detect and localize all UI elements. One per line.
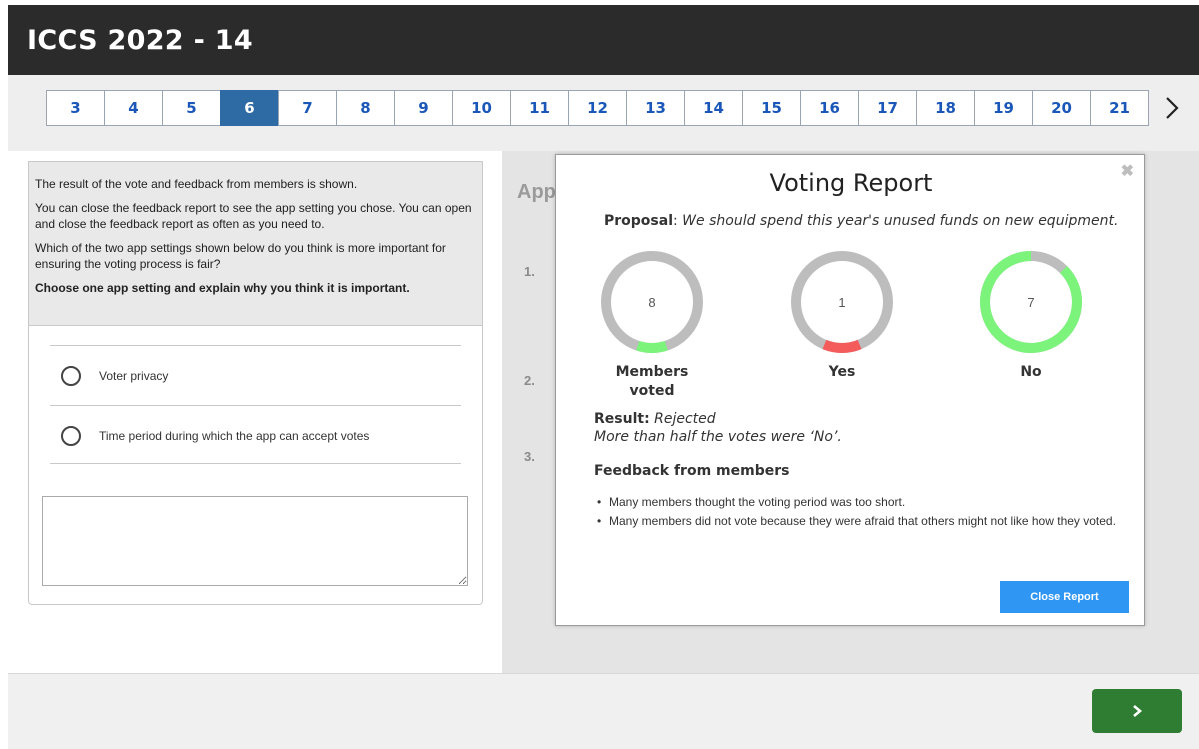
label-line: Members <box>615 364 689 380</box>
members-voted-label: Members voted <box>602 363 702 401</box>
page-button-5[interactable]: 5 <box>162 90 221 126</box>
page-button-15[interactable]: 15 <box>742 90 801 126</box>
donut-arc <box>636 340 668 353</box>
donut-value: 8 <box>648 295 655 310</box>
modal-title: Voting Report <box>769 169 933 197</box>
feedback-list: Many members thought the voting period w… <box>594 495 1134 533</box>
feedback-item: Many members thought the voting period w… <box>594 495 1134 510</box>
divider <box>50 463 461 464</box>
page-button-17[interactable]: 17 <box>858 90 917 126</box>
instruction-text: The result of the vote and feedback from… <box>35 177 358 191</box>
yes-donut: 1 <box>791 251 893 353</box>
result-label: Result: <box>594 411 650 427</box>
option-time-period[interactable]: Time period during which the app can acc… <box>50 405 461 465</box>
page-button-18[interactable]: 18 <box>916 90 975 126</box>
instruction-text: You can close the feedback report to see… <box>35 201 472 231</box>
close-report-button[interactable]: Close Report <box>1000 581 1129 613</box>
page-button-6[interactable]: 6 <box>220 90 279 126</box>
page-button-9[interactable]: 9 <box>394 90 453 126</box>
page-button-7[interactable]: 7 <box>278 90 337 126</box>
donut-arc <box>822 339 862 353</box>
radio-button[interactable] <box>61 365 81 386</box>
page-button-8[interactable]: 8 <box>336 90 395 126</box>
question-pane: The result of the vote and feedback from… <box>8 151 502 673</box>
header-bar: ICCS 2022 - 14 <box>8 5 1199 75</box>
list-number: 3. <box>524 449 535 464</box>
page-button-14[interactable]: 14 <box>684 90 743 126</box>
instruction-text: Which of the two app settings shown belo… <box>35 241 446 271</box>
instructions-panel: The result of the vote and feedback from… <box>28 161 483 325</box>
page-button-13[interactable]: 13 <box>626 90 685 126</box>
option-label: Time period during which the app can acc… <box>99 428 370 443</box>
page-title: ICCS 2022 - 14 <box>27 25 253 56</box>
voting-report-modal: ✖ Voting Report Proposal: We should spen… <box>555 154 1145 626</box>
no-label: No <box>1020 364 1042 380</box>
chevron-right-icon <box>1166 97 1179 119</box>
footer-bar <box>8 673 1199 749</box>
page-button-4[interactable]: 4 <box>104 90 163 126</box>
donut-value: 1 <box>838 295 845 310</box>
option-voter-privacy[interactable]: Voter privacy <box>50 345 461 405</box>
list-number: 2. <box>524 373 535 388</box>
proposal-text: We should spend this year's unused funds… <box>677 213 1119 229</box>
feedback-item: Many members did not vote because they w… <box>594 514 1134 529</box>
next-button[interactable] <box>1092 689 1182 733</box>
members-voted-donut: 8 <box>601 251 703 353</box>
page-button-20[interactable]: 20 <box>1032 90 1091 126</box>
proposal-label: Proposal <box>604 213 674 229</box>
instruction-task: Choose one app setting and explain why y… <box>35 281 410 295</box>
result-detail: More than half the votes were ‘No’. <box>594 429 842 445</box>
proposal: Proposal: We should spend this year's un… <box>604 213 1118 229</box>
page-buttons: 3 4 5 6 7 8 9 10 11 12 13 14 15 16 17 18 19 20 21 <box>46 90 1149 126</box>
radio-button[interactable] <box>61 425 81 446</box>
chevron-right-icon <box>1133 705 1143 717</box>
answer-box: Voter privacy Time period during which t… <box>28 325 483 605</box>
explanation-textarea[interactable] <box>42 496 468 586</box>
page-button-21[interactable]: 21 <box>1090 90 1149 126</box>
question-navigation: 3 4 5 6 7 8 9 10 11 12 13 14 15 16 17 18 19 20 21 <box>8 75 1199 151</box>
page-button-10[interactable]: 10 <box>452 90 511 126</box>
page-button-19[interactable]: 19 <box>974 90 1033 126</box>
feedback-heading: Feedback from members <box>594 463 790 479</box>
donut-value: 7 <box>1027 295 1034 310</box>
app-title: App <box>517 181 556 203</box>
list-number: 1. <box>524 264 535 279</box>
label-line: voted <box>629 383 675 399</box>
page-button-12[interactable]: 12 <box>568 90 627 126</box>
result-value: Rejected <box>654 411 716 427</box>
result: Result: Rejected More than half the vote… <box>594 410 842 446</box>
no-donut: 7 <box>980 251 1082 353</box>
page-button-16[interactable]: 16 <box>800 90 859 126</box>
yes-label: Yes <box>828 364 856 380</box>
pager-next-button[interactable] <box>1160 89 1184 127</box>
option-label: Voter privacy <box>99 368 169 383</box>
page-button-3[interactable]: 3 <box>46 90 105 126</box>
page-button-11[interactable]: 11 <box>510 90 569 126</box>
